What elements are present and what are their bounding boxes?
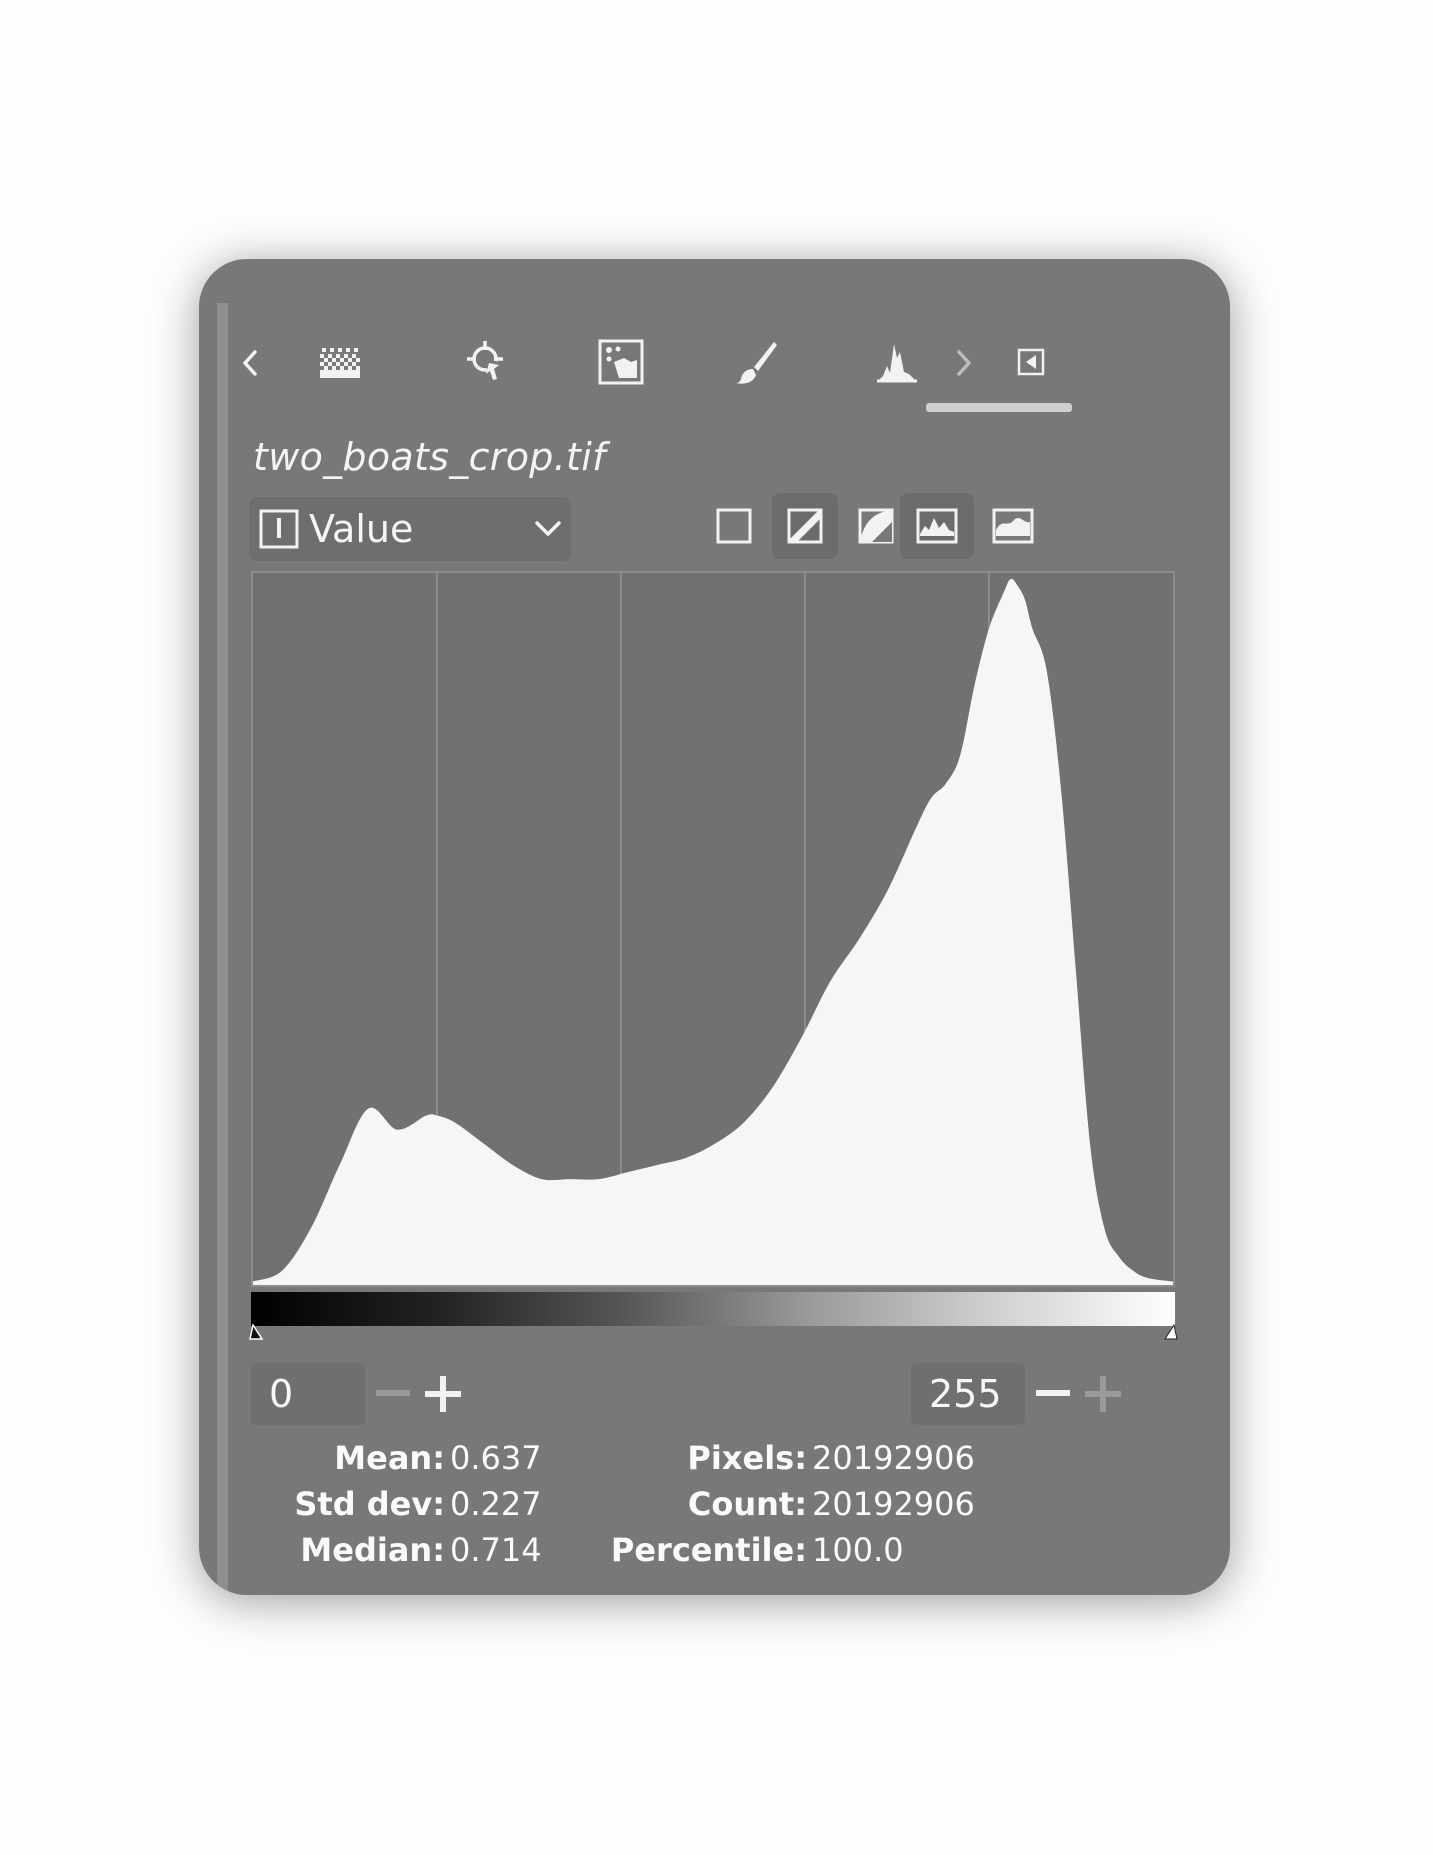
minus-icon: [376, 1390, 410, 1396]
histogram-smooth-button[interactable]: [976, 493, 1050, 559]
range-low-increase[interactable]: [421, 1369, 465, 1419]
histogram-select-button[interactable]: [701, 493, 767, 559]
range-high-decrease[interactable]: [1031, 1369, 1075, 1419]
dock-menu-icon: [1017, 348, 1045, 376]
stat-value-count: 20192906: [812, 1485, 975, 1523]
histogram-area: [253, 578, 1173, 1285]
histogram-smooth-icon: [992, 508, 1034, 544]
tab-histogram[interactable]: [867, 333, 927, 389]
minus-icon: [1036, 1390, 1070, 1396]
tab-brushes[interactable]: [729, 335, 783, 389]
stat-label-percentile: Percentile:: [610, 1531, 807, 1569]
image-filename: two_boats_crop.tif: [253, 435, 606, 479]
brush-icon: [736, 342, 777, 384]
range-low-decrease[interactable]: [371, 1369, 415, 1419]
value-channel-icon: [259, 509, 299, 549]
pointer-icon: [467, 341, 503, 380]
chevron-left-icon: [243, 350, 257, 376]
tab-pointer[interactable]: [459, 335, 515, 387]
channel-label: Value: [309, 507, 414, 551]
stat-label-count: Count:: [687, 1485, 807, 1523]
value-gradient-bar: [251, 1292, 1175, 1326]
plus-icon: [1085, 1376, 1121, 1412]
low-range-marker[interactable]: [249, 1323, 264, 1344]
stat-value-std-dev: 0.227: [450, 1485, 542, 1523]
linear-scale-icon: [787, 508, 823, 544]
histogram-view[interactable]: [251, 571, 1175, 1287]
image-preview-icon: [598, 339, 644, 385]
stat-label-pixels: Pixels:: [687, 1439, 807, 1477]
histogram-bars-icon: [916, 508, 958, 544]
pattern-icon: [320, 348, 360, 378]
histogram-icon: [877, 344, 917, 383]
stat-label-mean: Mean:: [334, 1439, 445, 1477]
chevron-down-icon: [535, 521, 561, 536]
stat-value-percentile: 100.0: [812, 1531, 904, 1569]
tab-navigation[interactable]: [592, 335, 650, 389]
stat-value-pixels: 20192906: [812, 1439, 975, 1477]
active-tab-indicator: [926, 403, 1072, 412]
high-range-marker[interactable]: [1164, 1323, 1178, 1344]
stat-label-std-dev: Std dev:: [294, 1485, 445, 1523]
channel-dropdown[interactable]: Value: [249, 497, 571, 561]
range-high-increase[interactable]: [1081, 1369, 1125, 1419]
scroll-right-button[interactable]: [949, 343, 979, 383]
plus-icon: [425, 1376, 461, 1412]
empty-square-icon: [716, 508, 752, 544]
stat-label-median: Median:: [300, 1531, 445, 1569]
logarithmic-scale-icon: [858, 508, 894, 544]
scroll-left-button[interactable]: [235, 343, 265, 383]
range-low-input[interactable]: 0: [251, 1363, 365, 1425]
histogram-dock-panel: two_boats_crop.tif Value 0 255 Mean: 0.6…: [199, 259, 1230, 1595]
histogram-bars-button[interactable]: [900, 493, 974, 559]
stat-value-median: 0.714: [450, 1531, 542, 1569]
dock-resize-edge[interactable]: [217, 303, 228, 1595]
range-high-input[interactable]: 255: [911, 1363, 1025, 1425]
tab-patterns[interactable]: [312, 339, 368, 387]
histogram-chart: [253, 573, 1173, 1285]
linear-histogram-button[interactable]: [772, 493, 838, 559]
dock-menu-button[interactable]: [1014, 345, 1048, 379]
stat-value-mean: 0.637: [450, 1439, 542, 1477]
chevron-right-icon: [957, 350, 971, 376]
